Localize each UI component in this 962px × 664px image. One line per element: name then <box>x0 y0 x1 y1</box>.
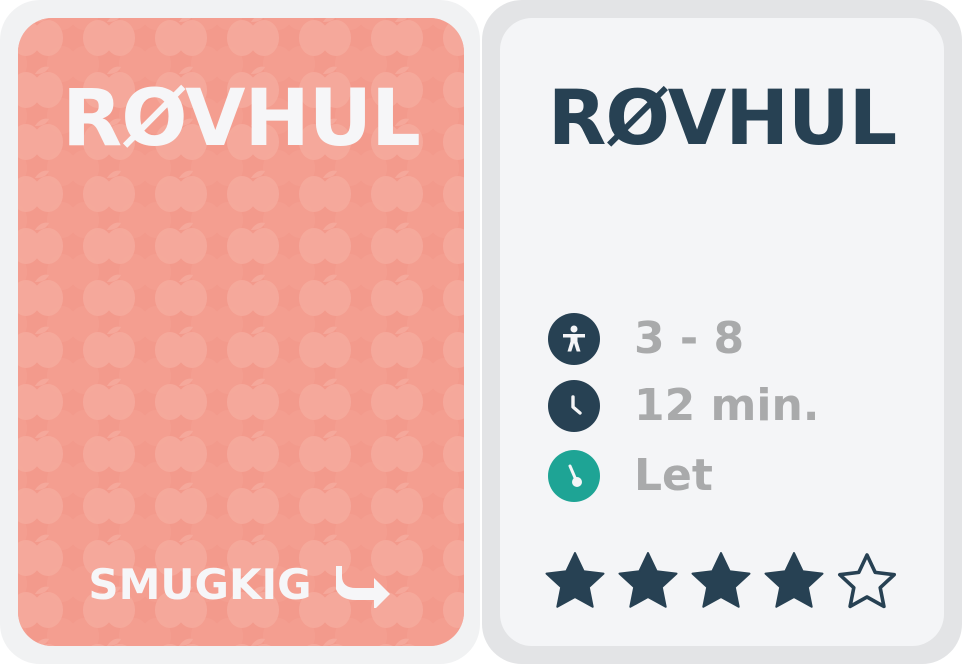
game-cover-frame: RØVHUL SMUGKIG <box>0 0 480 664</box>
star-filled-icon <box>618 552 678 608</box>
game-details-frame: RØVHUL 3 - 8 12 min. Let <box>482 0 962 664</box>
share-arrow-icon <box>335 562 394 608</box>
game-cover-card[interactable]: RØVHUL SMUGKIG <box>18 18 464 646</box>
difficulty-value: Let <box>634 450 713 501</box>
star-rating <box>544 550 898 612</box>
gauge-icon <box>548 450 600 502</box>
star-filled-icon <box>764 552 824 608</box>
peek-label: SMUGKIG <box>88 560 312 609</box>
game-details-card: RØVHUL 3 - 8 12 min. Let <box>500 18 944 646</box>
duration-value: 12 min. <box>634 380 820 431</box>
players-row: 3 - 8 <box>548 311 744 367</box>
star-filled-icon <box>691 552 751 608</box>
difficulty-row: Let <box>548 448 713 504</box>
star-empty-icon <box>838 553 896 609</box>
star-filled-icon <box>545 552 605 608</box>
duration-row: 12 min. <box>548 378 820 434</box>
peek-button[interactable]: SMUGKIG <box>18 562 464 608</box>
cover-title: RØVHUL <box>62 74 421 164</box>
person-icon <box>548 313 600 365</box>
players-value: 3 - 8 <box>634 313 745 364</box>
details-title: RØVHUL <box>547 73 897 162</box>
clock-icon <box>548 380 600 432</box>
